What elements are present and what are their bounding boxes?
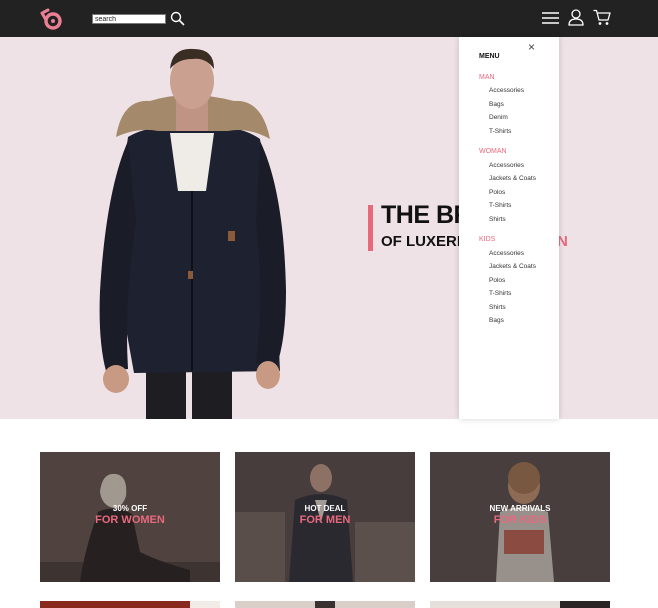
cart-icon[interactable] — [593, 9, 611, 26]
top-navbar — [0, 0, 658, 37]
promo-card-kids[interactable]: NEW ARRIVALS FOR KIDS — [430, 452, 610, 582]
user-icon[interactable] — [568, 9, 584, 26]
brand-logo-icon[interactable] — [38, 7, 64, 31]
menu-category-kids[interactable]: KIDS — [479, 236, 495, 243]
card-big-label: FOR MEN — [299, 514, 351, 526]
menu-item[interactable]: T-Shirts — [489, 202, 511, 209]
menu-item[interactable]: Accessories — [489, 250, 524, 257]
hero-accent-bar — [368, 205, 373, 251]
hero-subtitle: OF LUXERI N — [381, 233, 568, 250]
menu-item[interactable]: Bags — [489, 317, 504, 324]
menu-title: MENU — [479, 53, 500, 60]
menu-category-man[interactable]: MAN — [479, 74, 495, 81]
menu-item[interactable]: T-Shirts — [489, 290, 511, 297]
promo-card-men[interactable]: HOT DEAL FOR MEN — [235, 452, 415, 582]
card-small-label: 30% OFF — [112, 504, 148, 513]
menu-item[interactable]: Shirts — [489, 304, 506, 311]
menu-item[interactable]: Accessories — [489, 162, 524, 169]
close-icon[interactable]: × — [528, 41, 535, 53]
search-icon[interactable] — [170, 11, 185, 26]
hero-subtitle-dark: OF LUXERI — [381, 233, 462, 250]
hero-banner: THE BR OF LUXERI N — [0, 37, 658, 419]
card-small-label: NEW ARRIVALS — [489, 504, 551, 513]
menu-item[interactable]: Accessories — [489, 87, 524, 94]
menu-category-woman[interactable]: WOMAN — [479, 148, 507, 155]
hamburger-icon[interactable] — [542, 11, 559, 25]
menu-item[interactable]: T-Shirts — [489, 128, 511, 135]
menu-item[interactable]: Jackets & Coats — [489, 263, 536, 270]
card-small-label: HOT DEAL — [304, 504, 346, 513]
model-photo — [99, 48, 286, 419]
card-big-label: FOR WOMEN — [95, 514, 165, 526]
menu-item[interactable]: Bags — [489, 101, 504, 108]
hero-title: THE BR — [381, 201, 472, 229]
product-image[interactable] — [235, 598, 415, 608]
search-input[interactable] — [92, 14, 166, 24]
menu-panel: × MENU MAN Accessories Bags Denim T-Shir… — [459, 37, 559, 419]
menu-item[interactable]: Denim — [489, 114, 508, 121]
menu-item[interactable]: Polos — [489, 189, 505, 196]
product-image[interactable] — [40, 598, 220, 608]
card-big-label: FOR KIDS — [493, 514, 547, 526]
menu-item[interactable]: Shirts — [489, 216, 506, 223]
menu-item[interactable]: Jackets & Coats — [489, 175, 536, 182]
product-image[interactable] — [430, 598, 610, 608]
menu-item[interactable]: Polos — [489, 277, 505, 284]
promo-card-women[interactable]: 30% OFF FOR WOMEN — [40, 452, 220, 582]
